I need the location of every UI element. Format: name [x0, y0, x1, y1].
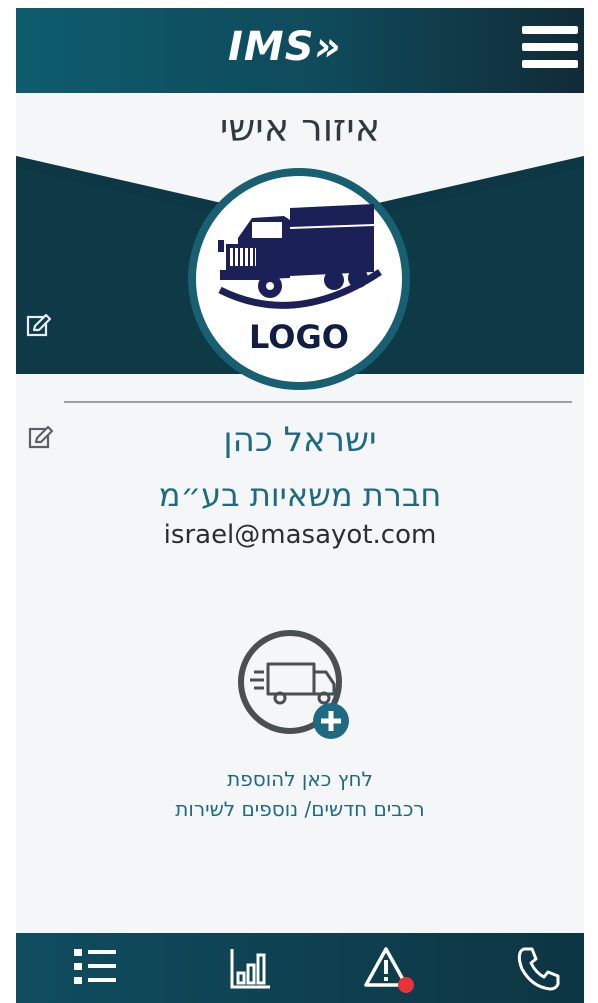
company-name: חברת משאיות בע״מ	[158, 476, 442, 514]
top-header: IMS»	[16, 8, 584, 93]
section-divider	[64, 401, 572, 403]
edit-logo-icon[interactable]	[26, 313, 52, 339]
alert-badge	[398, 977, 414, 993]
user-email: israel@masayot.com	[163, 520, 437, 550]
add-vehicle-label-line2[interactable]: רכבים חדשים/ נוספים לשירות	[16, 794, 584, 824]
alert-icon[interactable]	[362, 943, 418, 993]
truck-icon	[250, 662, 336, 705]
user-name: ישראל כהן	[223, 420, 377, 460]
hamburger-menu-icon[interactable]	[522, 26, 578, 76]
page-title: איזור אישי	[219, 106, 381, 150]
list-icon[interactable]	[68, 943, 124, 993]
company-logo[interactable]: LOGO	[188, 168, 410, 390]
bar-chart-icon[interactable]	[222, 943, 278, 993]
phone-icon[interactable]	[510, 943, 566, 993]
brand-logo: IMS»	[228, 24, 342, 70]
brand-chevrons: »	[314, 24, 342, 70]
logo-placeholder-label: LOGO	[249, 318, 349, 356]
add-vehicle-button[interactable]	[236, 628, 356, 743]
app-screen: IMS» איזור אישי LOGO ישראל כהן חברת משאי…	[16, 8, 584, 1003]
add-vehicle-label-line1[interactable]: לחץ כאן להוספת	[16, 764, 584, 794]
brand-name: IMS	[228, 24, 315, 70]
bottom-navigation	[16, 933, 584, 1003]
truck-logo-icon	[218, 204, 382, 309]
